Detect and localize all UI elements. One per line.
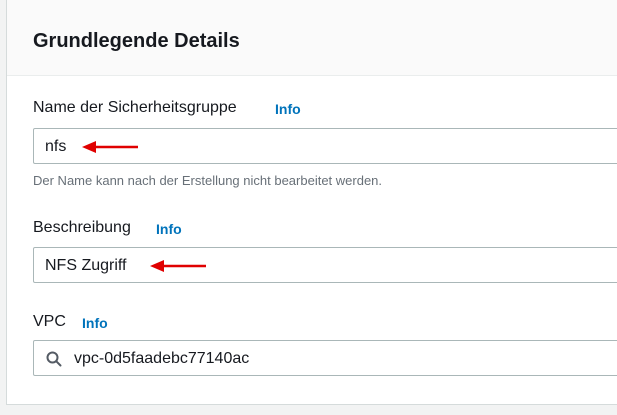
vpc-label: VPC — [33, 313, 66, 330]
panel-header: Grundlegende Details — [7, 0, 617, 76]
panel-title: Grundlegende Details — [33, 30, 240, 52]
security-group-name-input[interactable]: nfs — [33, 128, 617, 164]
vpc-select-input[interactable]: vpc-0d5faadebc77140ac — [33, 340, 617, 376]
red-arrow-icon — [82, 141, 138, 153]
security-group-name-hint: Der Name kann nach der Erstellung nicht … — [33, 173, 383, 188]
red-arrow-icon — [150, 260, 206, 272]
security-group-name-label: Name der Sicherheitsgruppe — [33, 99, 237, 116]
description-input[interactable]: NFS Zugriff — [33, 247, 617, 283]
security-group-name-value: nfs — [45, 138, 67, 155]
vpc-value: vpc-0d5faadebc77140ac — [74, 350, 250, 367]
security-group-name-info-link[interactable]: Info — [275, 100, 301, 118]
description-value: NFS Zugriff — [45, 257, 127, 274]
search-icon — [46, 351, 62, 367]
basic-details-panel: Grundlegende Details Name der Sicherheit… — [6, 0, 617, 405]
vpc-info-link[interactable]: Info — [82, 314, 108, 332]
description-label: Beschreibung — [33, 219, 131, 236]
description-info-link[interactable]: Info — [156, 220, 182, 238]
